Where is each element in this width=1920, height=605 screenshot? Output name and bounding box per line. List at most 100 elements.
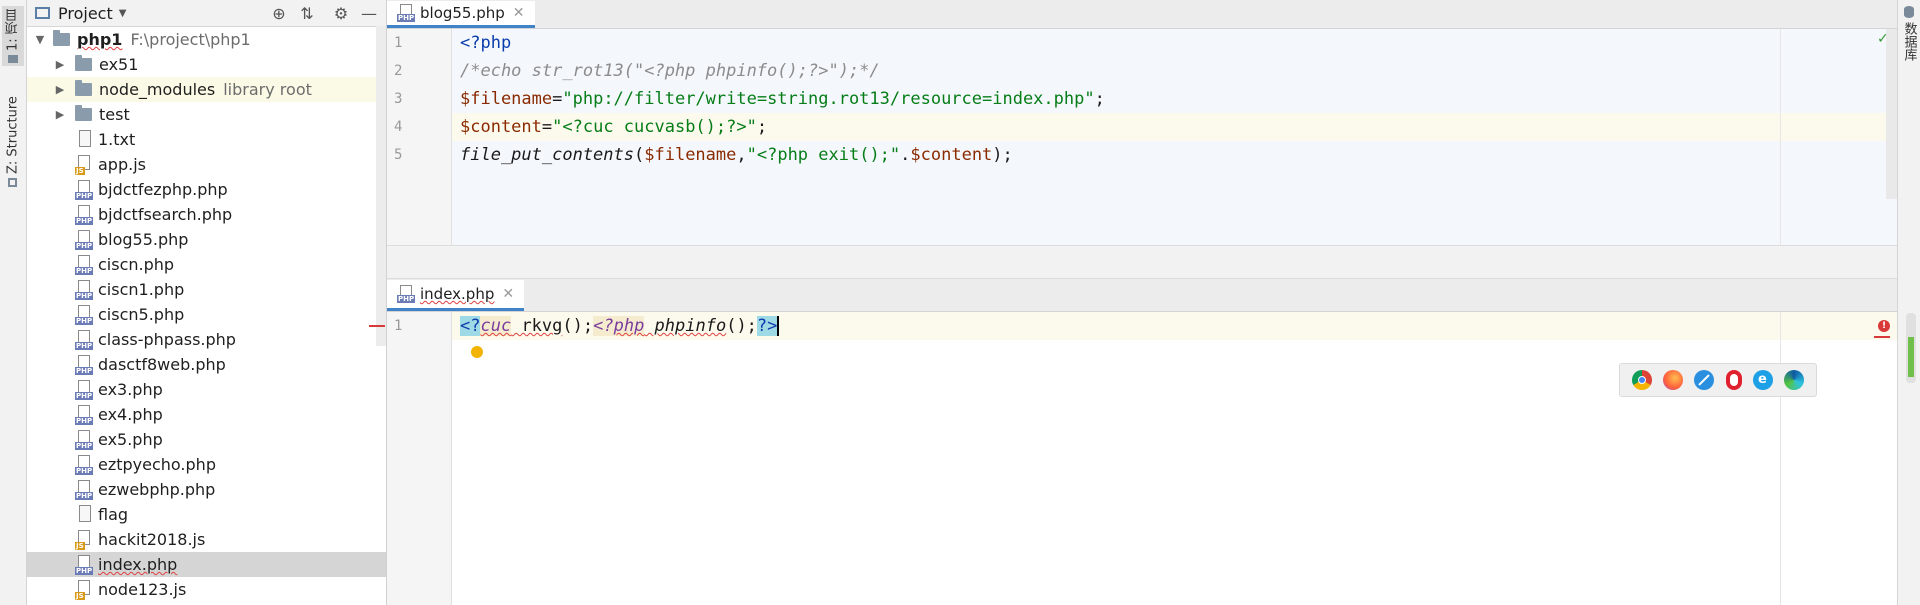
opera-icon[interactable] <box>1725 370 1742 390</box>
chevron-right-icon[interactable]: ▶ <box>53 83 67 96</box>
database-tool-tab[interactable]: 数据库 <box>1900 6 1918 66</box>
chrome-icon[interactable] <box>1631 370 1652 390</box>
chevron-down-icon[interactable]: ▼ <box>33 33 47 46</box>
tree-item[interactable]: PHP dasctf8web.php <box>27 352 386 377</box>
tree-item[interactable]: ▶ ex51 <box>27 52 386 77</box>
tree-item[interactable]: PHP eztpyecho.php <box>27 452 386 477</box>
left-tool-strip: 1: 项目 Z: Structure <box>0 0 27 605</box>
php-file-icon: PHP <box>75 379 94 400</box>
library-root-note: library root <box>223 80 312 99</box>
tree-item[interactable]: PHP ciscn1.php <box>27 277 386 302</box>
firefox-icon[interactable] <box>1662 370 1683 390</box>
php-file-icon: PHP <box>75 329 94 350</box>
structure-icon <box>8 178 18 188</box>
browser-launcher-bar: e <box>1619 363 1817 397</box>
tree-item-label: hackit2018.js <box>98 530 206 549</box>
php-file-icon: PHP <box>397 4 416 22</box>
minimize-icon[interactable]: — <box>360 4 378 23</box>
right-margin-guide <box>1780 29 1781 245</box>
tree-item-label: blog55.php <box>98 230 189 249</box>
tree-item[interactable]: PHP ex4.php <box>27 402 386 427</box>
code-area-top[interactable]: 1 2 3 4 5 <?php /*echo str_rot13("<?php … <box>387 29 1898 245</box>
project-scrollbar[interactable] <box>376 26 386 346</box>
line-number: 1 <box>394 318 403 334</box>
php-file-icon: PHP <box>75 554 94 575</box>
error-stripe-mark[interactable] <box>1874 336 1890 338</box>
pane-splitter[interactable] <box>387 245 1898 279</box>
collapse-all-icon[interactable]: ⇅ <box>298 4 316 23</box>
structure-tool-tab[interactable]: Z: Structure <box>2 92 24 192</box>
project-tool-tab[interactable]: 1: 项目 <box>2 6 24 66</box>
tree-item-label: flag <box>98 505 129 524</box>
tree-item[interactable]: PHP bjdctfsearch.php <box>27 202 386 227</box>
js-file-icon: JS <box>75 579 92 600</box>
tree-item-selected[interactable]: PHP index.php <box>27 552 386 577</box>
tree-item[interactable]: PHP bjdctfezphp.php <box>27 177 386 202</box>
tree-item-label: node123.js <box>98 580 187 599</box>
tree-item[interactable]: JS hackit2018.js <box>27 527 386 552</box>
php-file-icon: PHP <box>75 229 94 250</box>
tree-item[interactable]: ▶ node_modules library root <box>27 77 386 102</box>
js-file-icon: JS <box>75 529 92 550</box>
tree-item[interactable]: flag <box>27 502 386 527</box>
php-file-icon: PHP <box>75 204 94 225</box>
tree-item-label: bjdctfsearch.php <box>98 205 233 224</box>
tree-root[interactable]: ▼ php1 F:\project\php1 <box>27 27 386 52</box>
code-line-current: <?cuc rkvg();<?php phpinfo();?> <box>452 312 1898 340</box>
safari-icon[interactable] <box>1694 370 1715 390</box>
tree-item-label: ex5.php <box>98 430 163 449</box>
tree-item-label: test <box>99 105 130 124</box>
gear-icon[interactable]: ⚙ <box>332 4 350 23</box>
close-icon[interactable]: ✕ <box>513 5 525 21</box>
editor-pane-top: PHP blog55.php ✕ 1 2 3 4 5 <?php /*echo … <box>387 0 1898 245</box>
tree-item[interactable]: PHP ciscn5.php <box>27 302 386 327</box>
editor-area: PHP blog55.php ✕ 1 2 3 4 5 <?php /*echo … <box>369 0 1898 605</box>
error-icon: ! <box>1878 320 1890 332</box>
tree-item-label: ex3.php <box>98 380 163 399</box>
tree-item[interactable]: 1.txt <box>27 127 386 152</box>
line-number: 4 <box>394 119 403 135</box>
locate-file-icon[interactable]: ⊕ <box>270 4 288 23</box>
tree-item[interactable]: ▶ test <box>27 102 386 127</box>
tree-item[interactable]: PHP ciscn.php <box>27 252 386 277</box>
edge-icon[interactable] <box>1784 370 1805 390</box>
tree-item[interactable]: PHP class-phpass.php <box>27 327 386 352</box>
text-caret <box>777 316 780 336</box>
tree-item-label: node_modules <box>99 80 216 99</box>
tree-item[interactable]: JS app.js <box>27 152 386 177</box>
tree-item[interactable]: PHP ex5.php <box>27 427 386 452</box>
lightbulb-icon[interactable] <box>471 346 483 358</box>
tab-blog55[interactable]: PHP blog55.php ✕ <box>387 1 535 28</box>
close-icon[interactable]: ✕ <box>502 286 514 302</box>
check-icon: ✓ <box>1877 31 1889 47</box>
ie-icon[interactable]: e <box>1752 370 1773 390</box>
editor-tabbar-bottom: PHP index.php ✕ <box>387 279 1898 312</box>
tree-item-label: class-phpass.php <box>98 330 236 349</box>
tree-item[interactable]: PHP ex3.php <box>27 377 386 402</box>
tree-item-label: bjdctfezphp.php <box>98 180 228 199</box>
code-area-bottom[interactable]: 1 <?cuc rkvg();<?php phpinfo();?> ! <box>369 312 1898 605</box>
tree-item[interactable]: PHP blog55.php <box>27 227 386 252</box>
tree-item-label: ex51 <box>99 55 139 74</box>
project-panel: Project ▼ ⊕ ⇅ ⚙ — ▼ php1 F:\project\php1… <box>27 0 387 605</box>
chevron-right-icon[interactable]: ▶ <box>53 58 67 71</box>
text-file-icon <box>75 129 92 150</box>
tab-index[interactable]: PHP index.php ✕ <box>387 280 525 311</box>
project-tool-tab-label: 1: 项目 <box>5 8 21 52</box>
tab-label: index.php <box>420 285 495 303</box>
folder-icon <box>75 105 92 121</box>
js-file-icon: JS <box>75 154 92 175</box>
tree-item-label: ezwebphp.php <box>98 480 216 499</box>
php-file-icon: PHP <box>75 354 94 375</box>
text-file-icon <box>75 504 92 525</box>
tree-item[interactable]: PHP ezwebphp.php <box>27 477 386 502</box>
chevron-right-icon[interactable]: ▶ <box>53 108 67 121</box>
tree-root-name: php1 <box>77 30 123 49</box>
tree-item-label: ciscn1.php <box>98 280 185 299</box>
php-file-icon: PHP <box>75 279 94 300</box>
tree-item[interactable]: JS node123.js <box>27 577 386 602</box>
memory-indicator[interactable] <box>1906 313 1916 383</box>
tree-item-label: ex4.php <box>98 405 163 424</box>
tree-item-label: app.js <box>98 155 146 174</box>
project-view-selector[interactable]: Project ▼ <box>58 4 126 23</box>
